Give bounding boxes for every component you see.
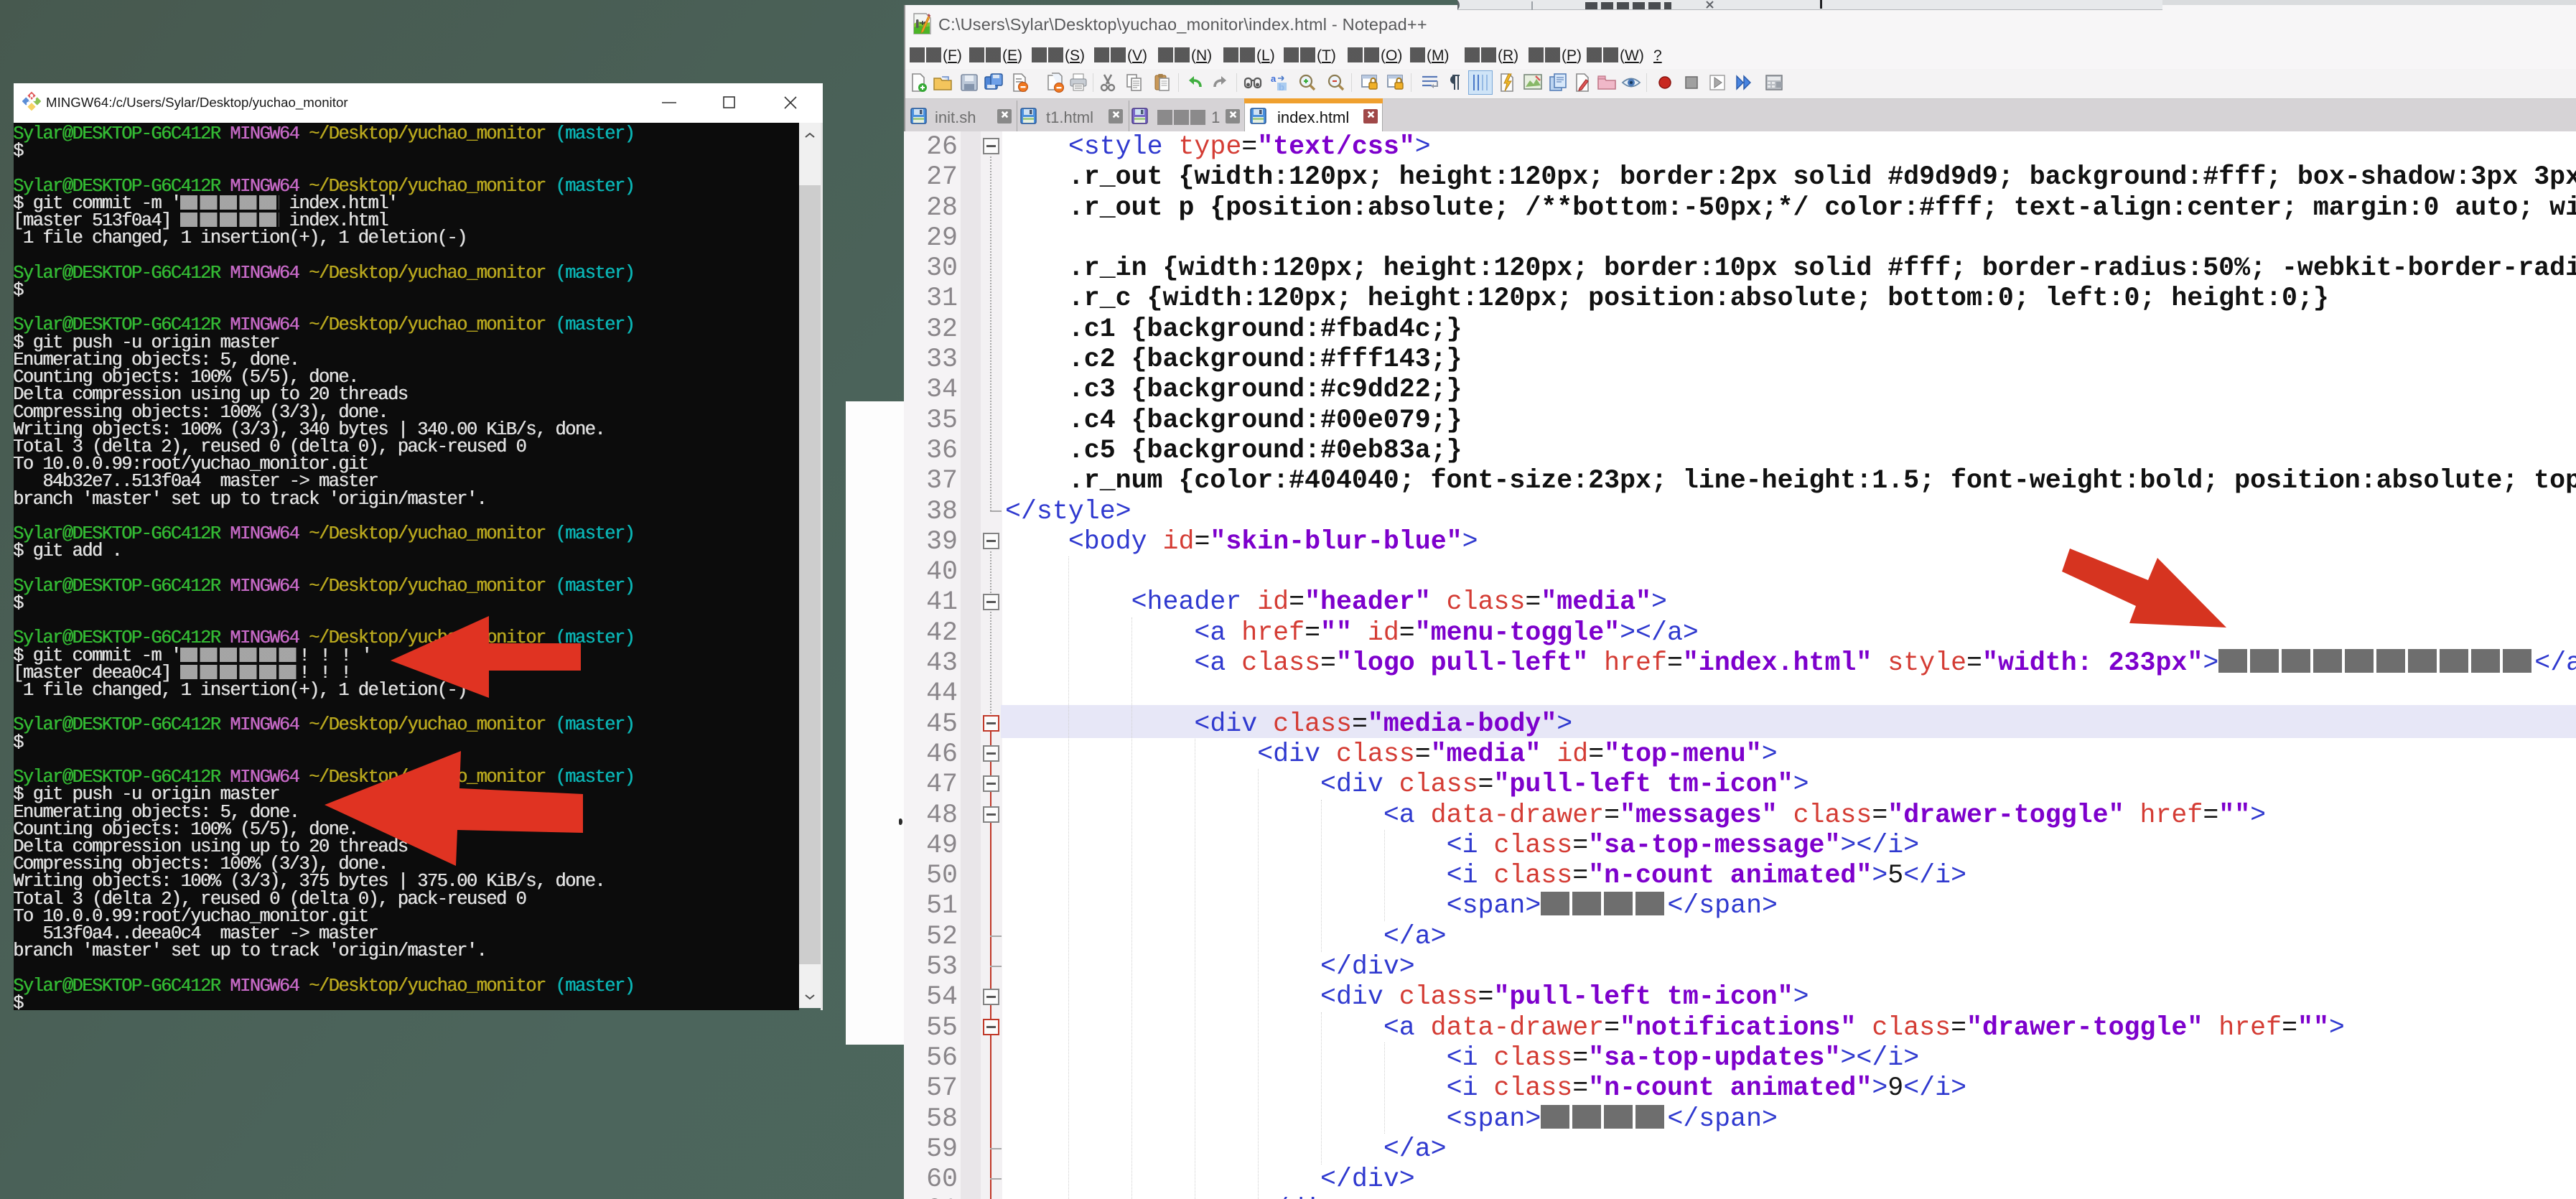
svg-text:a: a [1271, 73, 1277, 84]
